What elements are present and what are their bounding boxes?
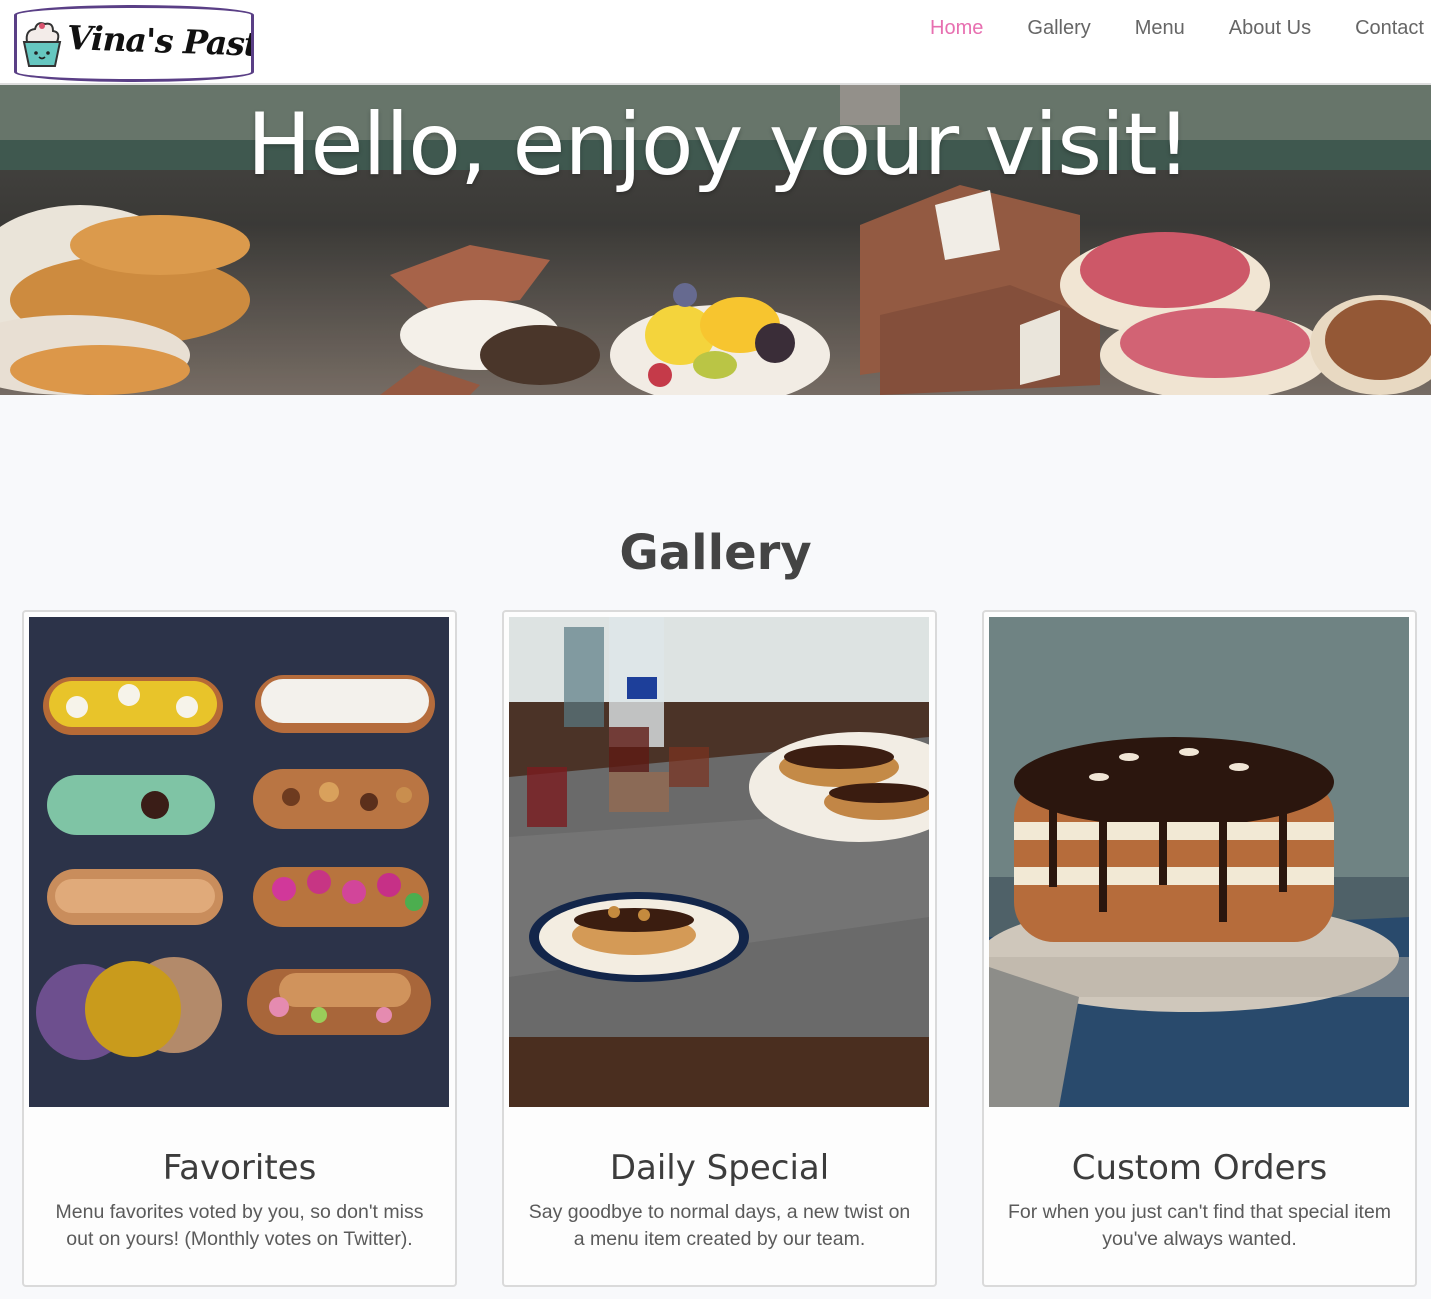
hero-banner: Hello, enjoy your visit! bbox=[0, 85, 1431, 395]
logo-text: Vina's Pastry bbox=[66, 18, 254, 65]
nav-contact[interactable]: Contact bbox=[1355, 17, 1424, 40]
gallery-card-favorites[interactable]: Favorites Menu favorites voted by you, s… bbox=[22, 610, 457, 1287]
card-title: Daily Special bbox=[609, 1148, 830, 1188]
nav-gallery[interactable]: Gallery bbox=[1027, 17, 1090, 40]
card-title: Custom Orders bbox=[1071, 1148, 1328, 1188]
nav-about-us[interactable]: About Us bbox=[1229, 17, 1311, 40]
gallery-card-daily-special[interactable]: Daily Special Say goodbye to normal days… bbox=[502, 610, 937, 1287]
gallery-card-custom-orders[interactable]: Custom Orders For when you just can't fi… bbox=[982, 610, 1417, 1287]
nav-menu: Home Gallery Menu About Us Contact bbox=[886, 0, 1431, 56]
gallery-heading: Gallery bbox=[619, 525, 812, 581]
card-description: For when you just can't find that specia… bbox=[1007, 1201, 1392, 1250]
site-logo[interactable]: Vina's Pastry bbox=[14, 5, 254, 82]
card-title: Favorites bbox=[162, 1148, 317, 1188]
custom-orders-image bbox=[989, 617, 1409, 1107]
cupcake-icon bbox=[22, 22, 62, 67]
favorites-image bbox=[29, 617, 449, 1107]
hero-title: Hello, enjoy your visit! bbox=[246, 95, 1191, 195]
navbar: Vina's Pastry Home Gallery Menu About Us… bbox=[0, 0, 1431, 85]
daily-special-image bbox=[509, 617, 929, 1107]
card-description: Menu favorites voted by you, so don't mi… bbox=[55, 1201, 424, 1250]
card-description: Say goodbye to normal days, a new twist … bbox=[528, 1201, 911, 1250]
nav-menu-link[interactable]: Menu bbox=[1135, 17, 1185, 40]
nav-home[interactable]: Home bbox=[930, 17, 983, 40]
